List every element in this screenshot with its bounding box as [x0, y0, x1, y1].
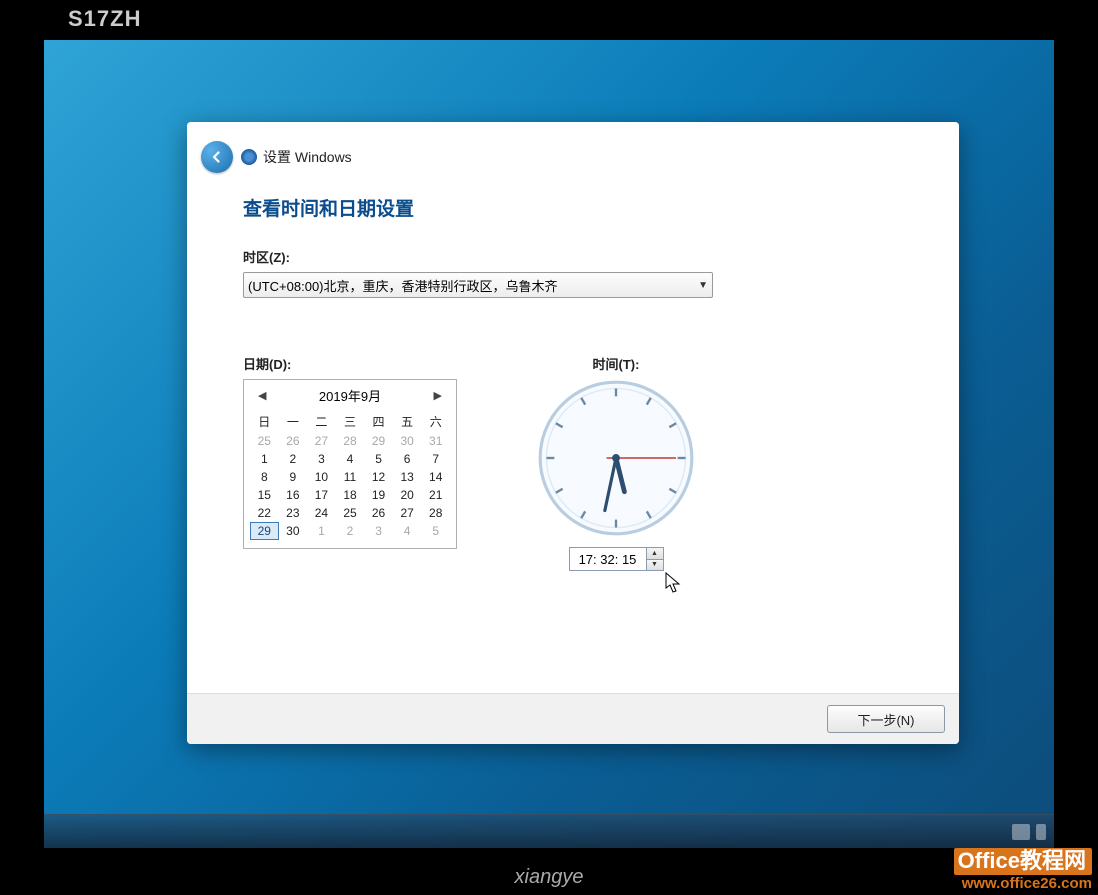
page-title: 查看时间和日期设置: [243, 192, 903, 221]
calendar-day[interactable]: 18: [336, 486, 365, 504]
calendar-day[interactable]: 27: [393, 504, 422, 522]
time-input-group[interactable]: ▲ ▼: [569, 547, 664, 571]
desktop-screen: 设置 Windows 查看时间和日期设置 时区(Z): (UTC+08:00)北…: [44, 40, 1054, 848]
calendar-day[interactable]: 26: [279, 432, 308, 450]
calendar-dow: 四: [364, 411, 393, 432]
setup-body: 查看时间和日期设置 时区(Z): (UTC+08:00)北京，重庆，香港特别行政…: [187, 192, 959, 693]
calendar-day[interactable]: 25: [250, 432, 279, 450]
time-column: 时间(T):: [537, 354, 695, 571]
calendar-day[interactable]: 29: [364, 432, 393, 450]
calendar-day[interactable]: 1: [307, 522, 336, 540]
back-button[interactable]: [201, 141, 233, 173]
calendar-day[interactable]: 2: [336, 522, 365, 540]
setup-footer: 下一步(N): [187, 693, 959, 744]
calendar-day[interactable]: 26: [364, 504, 393, 522]
calendar-prev-button[interactable]: ◀: [254, 389, 270, 402]
analog-clock: [537, 379, 695, 537]
calendar-day[interactable]: 17: [307, 486, 336, 504]
date-label: 日期(D):: [243, 354, 457, 373]
calendar-day[interactable]: 12: [364, 468, 393, 486]
calendar-day[interactable]: 24: [307, 504, 336, 522]
calendar-dow: 二: [307, 411, 336, 432]
calendar-day[interactable]: 8: [250, 468, 279, 486]
calendar-day[interactable]: 30: [279, 522, 308, 540]
tray-icon[interactable]: [1012, 824, 1030, 840]
calendar-dow: 三: [336, 411, 365, 432]
next-button[interactable]: 下一步(N): [827, 705, 945, 733]
spinner-down-icon[interactable]: ▼: [647, 560, 663, 571]
calendar-day[interactable]: 2: [279, 450, 308, 468]
calendar-day[interactable]: 22: [250, 504, 279, 522]
calendar-day[interactable]: 23: [279, 504, 308, 522]
calendar-day[interactable]: 7: [421, 450, 450, 468]
setup-header: 设置 Windows: [187, 122, 959, 192]
calendar-day[interactable]: 25: [336, 504, 365, 522]
timezone-select[interactable]: (UTC+08:00)北京，重庆，香港特别行政区，乌鲁木齐 ▼: [243, 272, 713, 298]
spinner-up-icon[interactable]: ▲: [647, 548, 663, 560]
calendar-day[interactable]: 6: [393, 450, 422, 468]
calendar-day[interactable]: 29: [250, 522, 279, 540]
cursor-icon: [665, 572, 683, 594]
watermark-title: Office教程网: [954, 848, 1092, 875]
calendar-dow: 一: [279, 411, 308, 432]
time-spinner[interactable]: ▲ ▼: [646, 548, 663, 570]
chevron-down-icon: ▼: [698, 280, 708, 291]
date-column: 日期(D): ◀ 2019年9月 ▶ 日一二三四五六25262728293031…: [243, 354, 457, 571]
calendar-dow: 日: [250, 411, 279, 432]
calendar-day[interactable]: 21: [421, 486, 450, 504]
monitor-brand-label: xiangye: [515, 866, 584, 889]
calendar-day[interactable]: 3: [364, 522, 393, 540]
window-title: 设置 Windows: [263, 147, 352, 167]
calendar-day[interactable]: 4: [393, 522, 422, 540]
setup-window: 设置 Windows 查看时间和日期设置 时区(Z): (UTC+08:00)北…: [187, 122, 959, 744]
calendar-day[interactable]: 1: [250, 450, 279, 468]
calendar-day[interactable]: 11: [336, 468, 365, 486]
calendar-day[interactable]: 16: [279, 486, 308, 504]
calendar-grid: 日一二三四五六252627282930311234567891011121314…: [250, 411, 450, 540]
back-arrow-icon: [208, 148, 226, 166]
calendar-day[interactable]: 14: [421, 468, 450, 486]
timezone-label: 时区(Z):: [243, 247, 903, 266]
calendar-day[interactable]: 27: [307, 432, 336, 450]
calendar-day[interactable]: 31: [421, 432, 450, 450]
calendar-day[interactable]: 3: [307, 450, 336, 468]
calendar-day[interactable]: 5: [421, 522, 450, 540]
windows-setup-icon: [241, 149, 257, 165]
calendar-dow: 六: [421, 411, 450, 432]
calendar-day[interactable]: 4: [336, 450, 365, 468]
calendar-day[interactable]: 10: [307, 468, 336, 486]
time-label: 时间(T):: [537, 354, 695, 373]
timezone-value: (UTC+08:00)北京，重庆，香港特别行政区，乌鲁木齐: [248, 276, 558, 295]
calendar-day[interactable]: 5: [364, 450, 393, 468]
watermark: Office教程网 www.office26.com: [954, 848, 1092, 893]
calendar-month-label: 2019年9月: [319, 386, 381, 405]
calendar-next-button[interactable]: ▶: [430, 389, 446, 402]
calendar-day[interactable]: 30: [393, 432, 422, 450]
time-input[interactable]: [570, 550, 646, 569]
calendar-day[interactable]: 20: [393, 486, 422, 504]
monitor-model-label: S17ZH: [68, 6, 141, 32]
calendar-day[interactable]: 28: [421, 504, 450, 522]
calendar-day[interactable]: 9: [279, 468, 308, 486]
calendar-day[interactable]: 13: [393, 468, 422, 486]
calendar-day[interactable]: 19: [364, 486, 393, 504]
calendar[interactable]: ◀ 2019年9月 ▶ 日一二三四五六252627282930311234567…: [243, 379, 457, 549]
calendar-day[interactable]: 15: [250, 486, 279, 504]
tray-icon[interactable]: [1036, 824, 1046, 840]
taskbar[interactable]: [44, 814, 1054, 848]
calendar-day[interactable]: 28: [336, 432, 365, 450]
watermark-url: www.office26.com: [962, 875, 1092, 892]
calendar-dow: 五: [393, 411, 422, 432]
